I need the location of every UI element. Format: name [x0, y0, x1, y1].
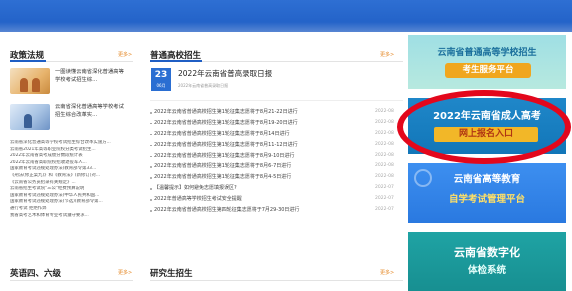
list-item[interactable]: 2022年云南省普通高校招生第1轮征集志愿将于8月6-7日进行 2022-08 — [150, 161, 402, 172]
divider — [150, 100, 403, 101]
news-title[interactable]: 2022年云南省普通高校招生第1轮征集志愿将于8月19-20日进行 — [154, 118, 372, 129]
admission-more-link[interactable]: 更多> — [380, 51, 394, 58]
health-check-banner[interactable]: 云南省数字化 体检系统 — [408, 232, 566, 291]
exam-service-banner[interactable]: 云南省普通高等学校招生 考生服务平台 — [408, 35, 566, 89]
news-date: 2022-08 — [375, 163, 394, 169]
list-item[interactable]: 我省高考艺术和体育专业考试遵守要求... — [10, 213, 133, 220]
banner-subtitle: 自学考试管理平台 — [448, 194, 525, 205]
list-item[interactable]: 云南省深化普通高等学校考试招生综合改革实施方... — [10, 140, 133, 147]
postgrad-section-title: 研究生招生 — [150, 269, 193, 279]
news-title[interactable]: 2022年云南省普通高校招生第1轮征集志愿将于8月9-10日进行 — [154, 151, 372, 162]
divider — [10, 280, 133, 281]
list-item[interactable]: 国家教育考试违规处理办法(教育部令第33... — [10, 166, 133, 173]
news-date: 2022-08 — [375, 119, 394, 125]
list-item[interactable]: 《云南省公务员招录有关规定》... — [10, 180, 133, 187]
news-date: 2022-07 — [375, 196, 394, 202]
list-item[interactable]: 《刑法(修正案九)》和《教育法》(新修订)对... — [10, 173, 133, 180]
list-item[interactable]: 2022年云南省普通高校招生第1轮征集志愿将于8月19-20日进行 2022-08 — [150, 118, 402, 129]
english-section-title: 英语四、六级 — [10, 269, 62, 279]
list-item[interactable]: 2022年云南省普通高校招生第四轮征集志愿将于7月29-30日进行 2022-07 — [150, 205, 402, 216]
headline-day: 23 — [154, 70, 168, 80]
top-banner — [0, 0, 572, 32]
list-item[interactable]: 云南省2021年高等职业院校分类考试招生... — [10, 147, 133, 154]
red-highlight-circle — [397, 90, 571, 164]
news-title[interactable]: 2022年云南省普通高校招生第四轮征集志愿将于7月29-30日进行 — [154, 205, 372, 216]
news-title[interactable]: 2022年普通高等学校招生考试安全提醒 — [154, 194, 372, 205]
news-date: 2022-08 — [375, 141, 394, 147]
news-title[interactable]: 2022年云南省普通高校招生第1轮征集志愿将于8月21-22日进行 — [154, 107, 372, 118]
postgrad-more-link[interactable]: 更多> — [380, 269, 394, 276]
news-title[interactable]: 2022年云南省普通高校招生第1轮征集志愿将于8月6-7日进行 — [154, 161, 372, 172]
list-item[interactable]: 2022年云南省普通高校招生第1轮征集志愿将于8月11-12日进行 2022-08 — [150, 140, 402, 151]
headline-subtitle: 2022年云南省普高录取日报 — [178, 83, 229, 88]
news-date: 2022-07 — [375, 185, 394, 191]
news-title[interactable]: 2022年云南省普通高校招生第1轮征集志愿将于8月14日进行 — [154, 129, 372, 140]
banner-title: 云南省数字化 — [454, 246, 520, 259]
policy-more-link[interactable]: 更多> — [118, 51, 132, 58]
news-title[interactable]: 【温馨提示】如何避免志愿填报误区? — [154, 183, 372, 194]
list-item[interactable]: 2022年普通高等学校招生考试安全提醒 2022-07 — [150, 194, 402, 205]
featured-title[interactable]: 一图读懂云南省深化普通高等学校考试招生综... — [55, 68, 127, 84]
section-accent — [10, 60, 46, 62]
service-platform-button[interactable]: 考生服务平台 — [445, 63, 531, 78]
divider — [150, 280, 403, 281]
list-item[interactable]: 2022年云南省普通高校招生第1轮征集志愿将于8月14日进行 2022-08 — [150, 129, 402, 140]
news-title[interactable]: 2022年云南省普通高校招生第1轮征集志愿将于8月4-5日进行 — [154, 172, 372, 183]
featured-thumbnail[interactable] — [10, 68, 50, 94]
list-item[interactable]: 2022年云南省高考成绩分数段统计表 — [10, 153, 133, 160]
list-item[interactable]: 云南省招生考试院"三公"经费预算说明 — [10, 186, 133, 193]
list-item[interactable]: 2022年云南省普通高校招生第1轮征集志愿将于8月9-10日进行 2022-08 — [150, 151, 402, 162]
featured-title[interactable]: 云南省深化普通高等学校考试招生综合改革实... — [55, 103, 127, 119]
news-date: 2022-07 — [375, 207, 394, 213]
news-date: 2022-08 — [375, 174, 394, 180]
headline-date-badge: 23 06月 — [151, 68, 171, 91]
list-item[interactable]: 国家教育考试违规处理办法(节选)(教育部令第... — [10, 199, 133, 206]
list-item[interactable]: 2022年云南省普通高校招生第1轮征集志愿将于8月4-5日进行 2022-08 — [150, 172, 402, 183]
news-title[interactable]: 2022年云南省普通高校招生第1轮征集志愿将于8月11-12日进行 — [154, 140, 372, 151]
policy-list: 云南省深化普通高等学校考试招生综合改革实施方... 云南省2021年高等职业院校… — [10, 140, 133, 219]
news-date: 2022-08 — [375, 109, 394, 114]
news-list: 2022年云南省普通高校招生第1轮征集志愿将于8月21-22日进行 2022-08… — [150, 107, 402, 216]
headline-title[interactable]: 2022年云南省普高录取日报 — [178, 68, 272, 79]
self-study-exam-banner[interactable]: 云南省高等教育 自学考试管理平台 — [408, 163, 566, 223]
section-accent — [150, 60, 202, 62]
news-date: 2022-08 — [375, 152, 394, 158]
banner-title: 云南省普通高等学校招生 — [437, 48, 537, 58]
list-item[interactable]: 通行考试 拒绝作弊 — [10, 206, 133, 213]
english-more-link[interactable]: 更多> — [118, 269, 132, 276]
banner-subtitle: 体检系统 — [467, 265, 506, 276]
list-item[interactable]: 2022年云南省普通高校招生第1轮征集志愿将于8月21-22日进行 2022-08 — [150, 107, 402, 118]
list-item[interactable]: 国家教育考试违规处理办法(中华人民共和国... — [10, 193, 133, 200]
list-item[interactable]: 【温馨提示】如何避免志愿填报误区? 2022-07 — [150, 183, 402, 194]
news-date: 2022-08 — [375, 130, 394, 136]
list-item[interactable]: 2022年云南省高职院校招收退役军人... — [10, 160, 133, 167]
banner-title: 云南省高等教育 — [453, 174, 521, 185]
featured-thumbnail[interactable] — [10, 104, 50, 130]
headline-month: 06月 — [156, 83, 166, 88]
